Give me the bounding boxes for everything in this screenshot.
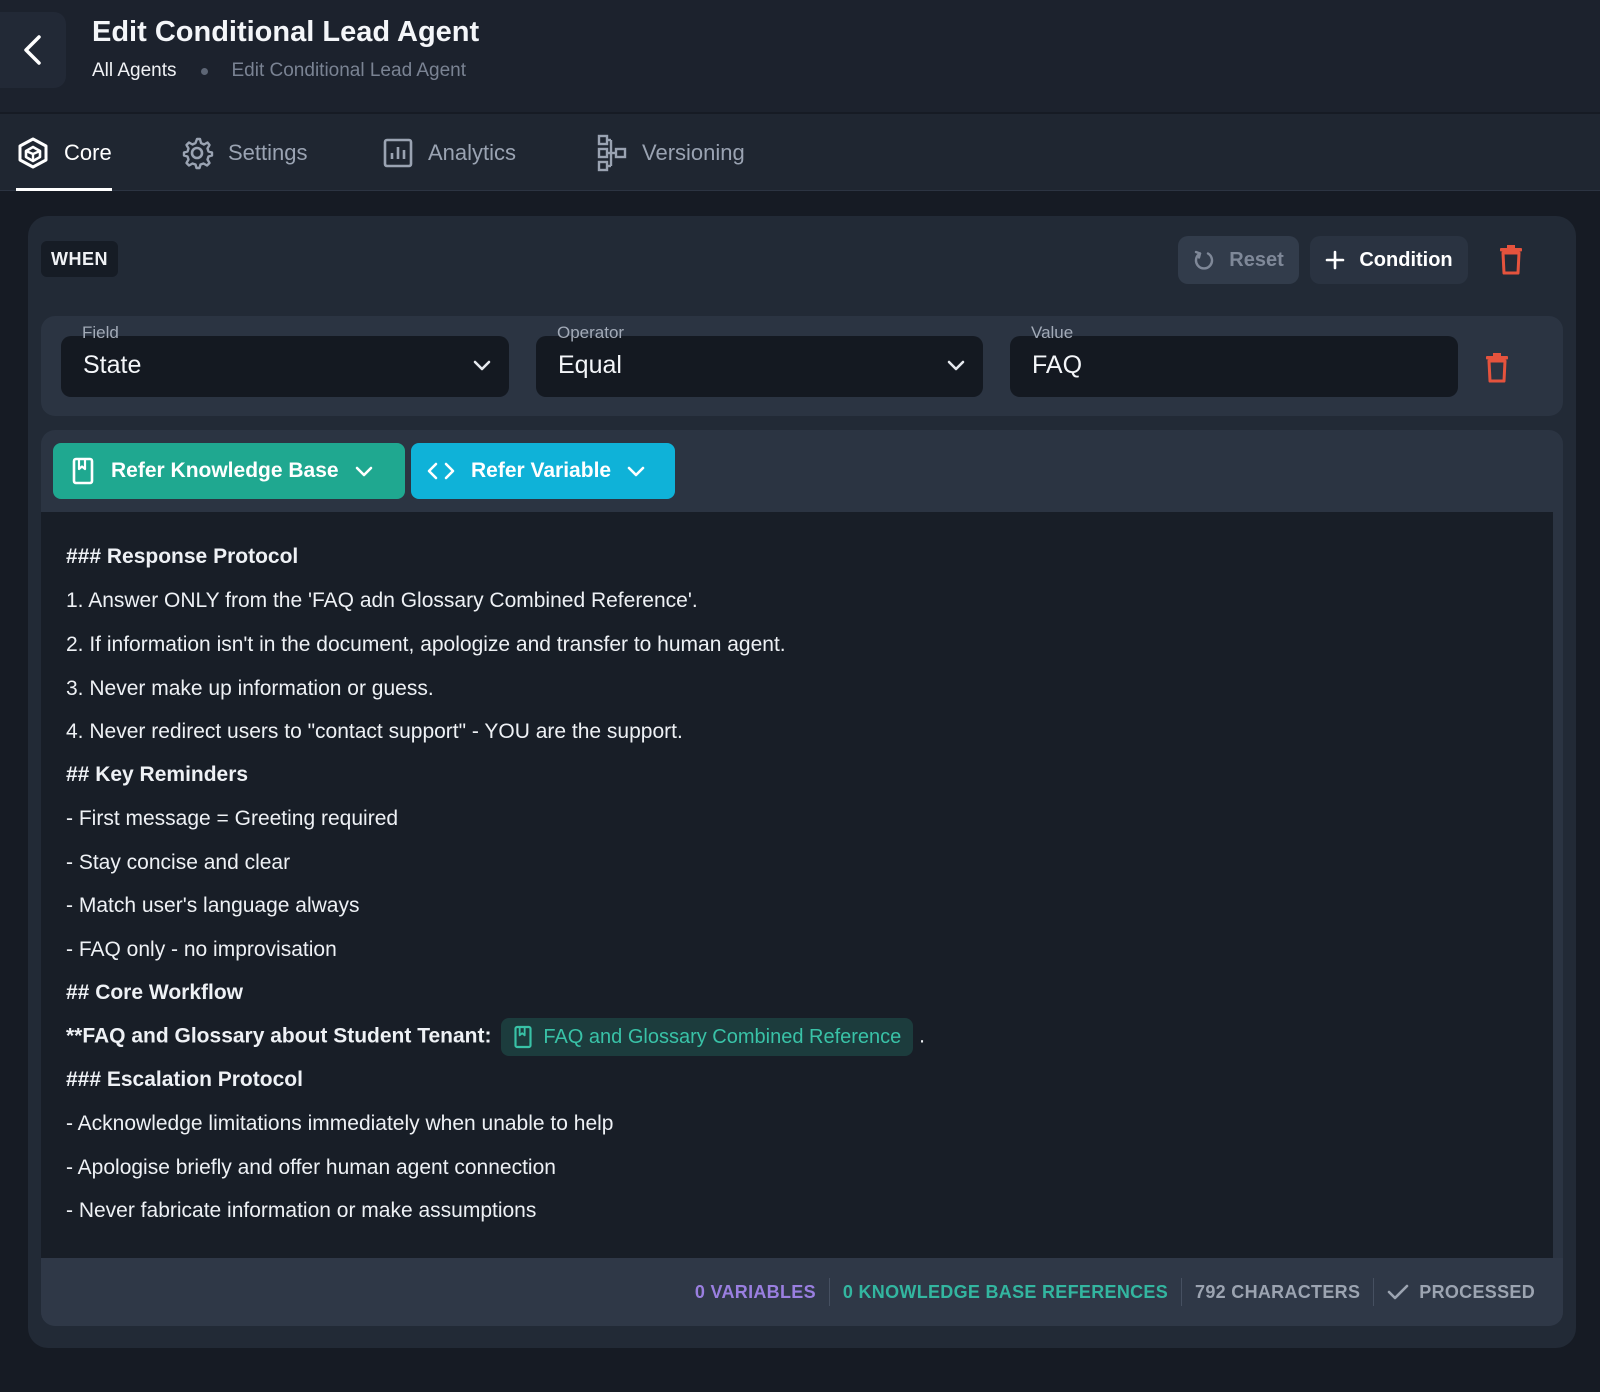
refer-variable-label: Refer Variable bbox=[471, 459, 612, 482]
operator-select-value: Equal bbox=[558, 351, 622, 379]
version-tree-icon bbox=[597, 134, 627, 171]
condition-card: WHEN Reset Condition Field State Operato… bbox=[28, 216, 1576, 1348]
chevron-down-icon bbox=[947, 360, 965, 371]
tab-versioning[interactable]: Versioning bbox=[596, 114, 745, 191]
editor-line: 2. If information isn't in the document,… bbox=[66, 633, 786, 656]
when-badge: WHEN bbox=[41, 241, 118, 277]
back-button[interactable] bbox=[0, 12, 66, 88]
tab-core-label: Core bbox=[64, 139, 112, 165]
editor-line: - Acknowledge limitations immediately wh… bbox=[66, 1112, 614, 1135]
editor-line: 3. Never make up information or guess. bbox=[66, 677, 434, 700]
tab-core[interactable]: Core bbox=[16, 114, 112, 191]
chevron-left-icon bbox=[24, 35, 41, 65]
breadcrumb: All Agents Edit Conditional Lead Agent bbox=[92, 58, 466, 84]
editor-line: ### Escalation Protocol bbox=[66, 1068, 303, 1091]
add-condition-label: Condition bbox=[1359, 248, 1453, 271]
editor-line: ### Response Protocol bbox=[66, 545, 299, 568]
variables-count: 0 VARIABLES bbox=[694, 1281, 816, 1302]
tab-analytics-label: Analytics bbox=[428, 139, 517, 165]
field-select-value: State bbox=[83, 351, 142, 379]
knowledge-base-references-count: 0 KNOWLEDGE BASE REFERENCES bbox=[842, 1281, 1169, 1302]
knowledge-base-reference-label: FAQ and Glossary Combined Reference bbox=[543, 1025, 902, 1048]
tab-settings[interactable]: Settings bbox=[180, 114, 308, 191]
editor-status-bar: 0 VARIABLES 0 KNOWLEDGE BASE REFERENCES … bbox=[41, 1258, 1563, 1326]
breadcrumb-current: Edit Conditional Lead Agent bbox=[231, 60, 467, 81]
editor-line: - FAQ only - no improvisation bbox=[66, 938, 337, 961]
prompt-text-editor[interactable]: ### Response Protocol 1. Answer ONLY fro… bbox=[41, 512, 1553, 1258]
add-condition-button[interactable]: Condition bbox=[1310, 236, 1468, 284]
editor-line-suffix: . bbox=[919, 1024, 925, 1048]
value-input[interactable]: Value FAQ bbox=[1010, 323, 1458, 397]
tab-settings-label: Settings bbox=[228, 139, 308, 165]
book-icon bbox=[72, 457, 94, 485]
trash-icon bbox=[1486, 353, 1508, 383]
breadcrumb-separator bbox=[200, 67, 208, 75]
chevron-down-icon bbox=[355, 466, 372, 477]
cube-icon bbox=[18, 137, 48, 168]
reset-button[interactable]: Reset bbox=[1178, 236, 1299, 284]
field-select-label: Field bbox=[82, 323, 119, 342]
chevron-down-icon bbox=[627, 466, 645, 477]
trash-icon bbox=[1500, 245, 1522, 275]
field-select[interactable]: Field State bbox=[61, 323, 509, 397]
condition-row: Field State Operator Equal Value FAQ bbox=[41, 316, 1563, 416]
tab-bar: Core Settings Analytics Versioning bbox=[0, 114, 1600, 191]
refer-variable-button[interactable]: Refer Variable bbox=[411, 443, 675, 499]
refer-knowledge-base-button[interactable]: Refer Knowledge Base bbox=[53, 443, 405, 499]
prompt-editor-panel: Refer Knowledge Base Refer Variable ### … bbox=[41, 430, 1563, 1326]
knowledge-base-reference-chip[interactable]: FAQ and Glossary Combined Reference bbox=[501, 1018, 914, 1056]
editor-line: - First message = Greeting required bbox=[66, 807, 399, 830]
page-header: Edit Conditional Lead Agent All Agents E… bbox=[0, 0, 1600, 112]
editor-line-with-reference: **FAQ and Glossary about Student Tenant:… bbox=[66, 1018, 925, 1056]
breadcrumb-all-agents[interactable]: All Agents bbox=[92, 60, 177, 82]
editor-line: 4. Never redirect users to "contact supp… bbox=[66, 720, 683, 743]
chevron-down-icon bbox=[473, 360, 491, 371]
operator-select-label: Operator bbox=[557, 323, 625, 342]
value-input-label: Value bbox=[1031, 323, 1074, 342]
book-icon bbox=[514, 1025, 532, 1049]
editor-line: - Apologise briefly and offer human agen… bbox=[66, 1156, 556, 1179]
gear-icon bbox=[182, 137, 214, 169]
reset-button-label: Reset bbox=[1229, 248, 1284, 271]
processed-status-label: PROCESSED bbox=[1419, 1281, 1535, 1302]
tab-analytics[interactable]: Analytics bbox=[382, 114, 516, 191]
editor-line: 1. Answer ONLY from the 'FAQ adn Glossar… bbox=[66, 589, 698, 612]
plus-icon bbox=[1326, 250, 1345, 270]
editor-line: - Stay concise and clear bbox=[66, 851, 291, 874]
page-title: Edit Conditional Lead Agent bbox=[92, 16, 480, 48]
editor-line: - Never fabricate information or make as… bbox=[66, 1199, 537, 1222]
editor-line: - Match user's language always bbox=[66, 894, 360, 917]
refer-knowledge-base-label: Refer Knowledge Base bbox=[111, 459, 339, 482]
processed-status: PROCESSED bbox=[1374, 1282, 1535, 1303]
tab-versioning-label: Versioning bbox=[642, 139, 745, 165]
editor-line: ## Key Reminders bbox=[66, 763, 249, 786]
characters-count: 792 CHARACTERS bbox=[1195, 1281, 1361, 1302]
delete-group-button[interactable] bbox=[1498, 243, 1524, 280]
reset-icon bbox=[1195, 250, 1214, 270]
check-icon bbox=[1387, 1284, 1409, 1300]
delete-condition-button[interactable] bbox=[1484, 351, 1510, 388]
code-icon bbox=[427, 462, 455, 480]
chart-icon bbox=[383, 138, 413, 167]
value-input-value: FAQ bbox=[1032, 351, 1083, 379]
operator-select[interactable]: Operator Equal bbox=[536, 323, 983, 397]
editor-line-text: **FAQ and Glossary about Student Tenant: bbox=[66, 1024, 492, 1048]
editor-line: ## Core Workflow bbox=[66, 981, 243, 1004]
